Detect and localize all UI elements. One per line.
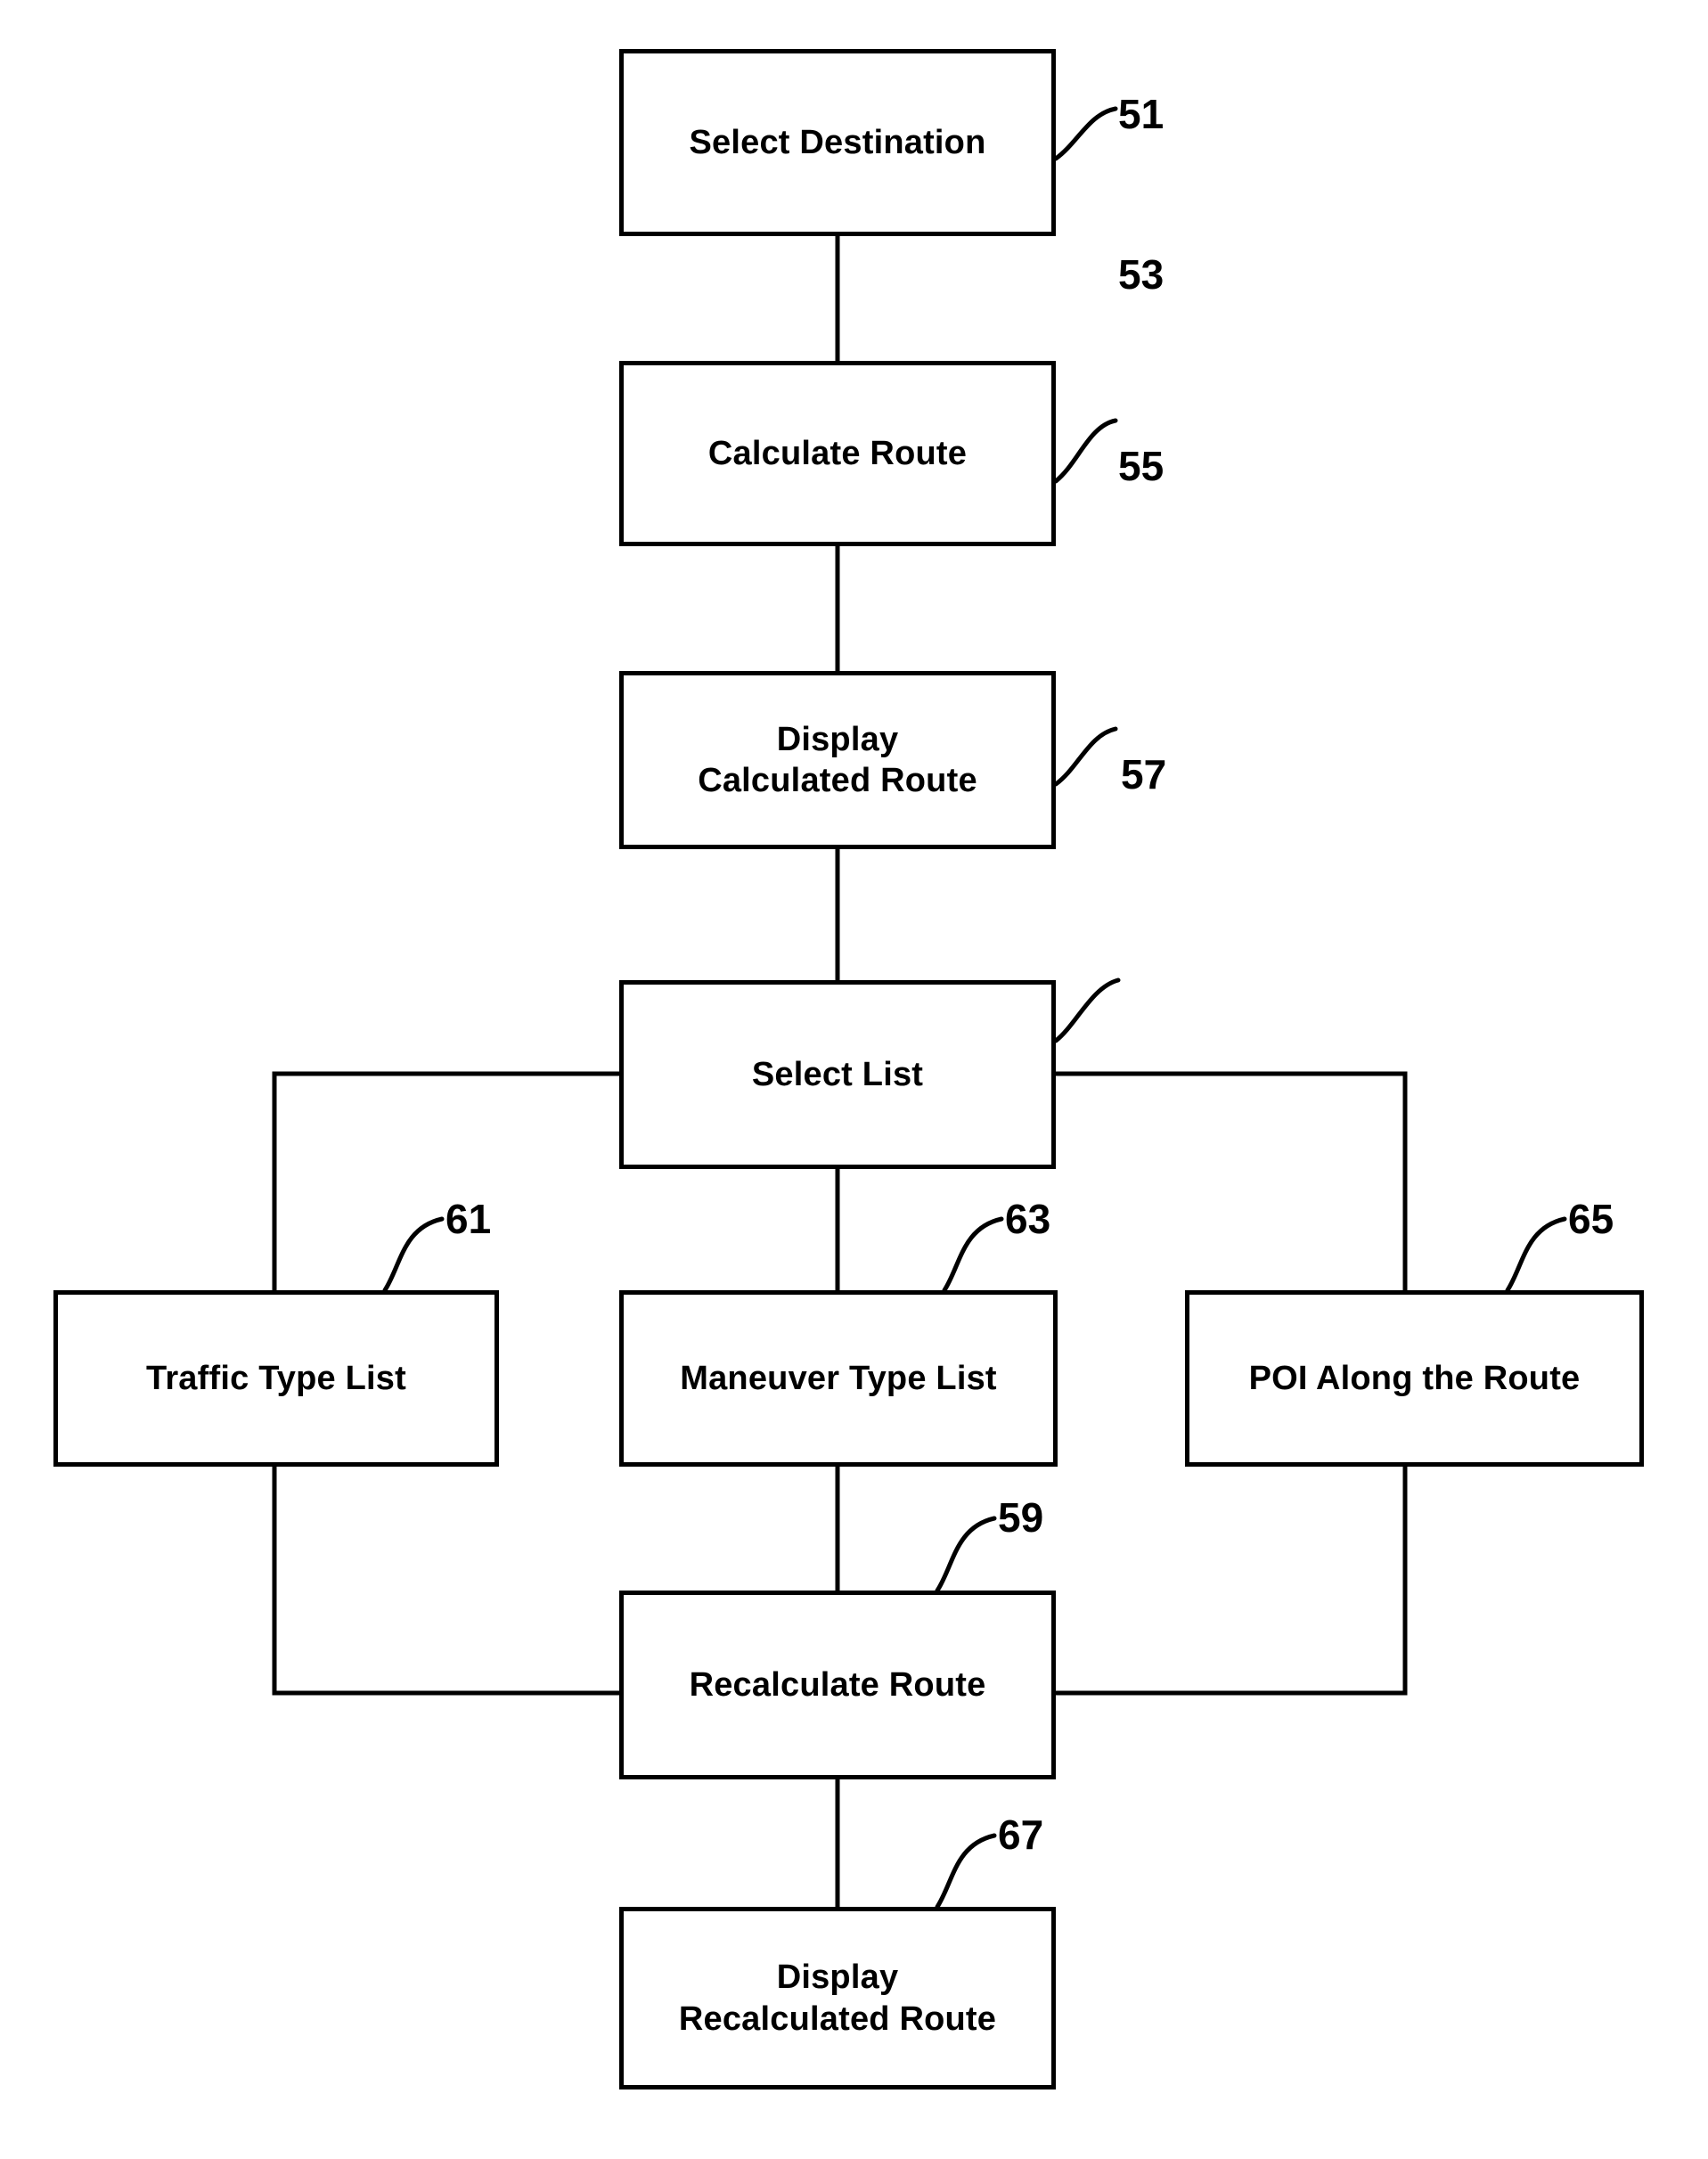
flowchart-node-label: Maneuver Type List	[680, 1359, 997, 1397]
reference-numeral-53: 53	[1118, 251, 1165, 298]
flowchart-node-label: Display Recalculated Route	[678, 1959, 997, 2038]
flowchart-node-traffic-type-list: Traffic Type List	[53, 1290, 499, 1467]
leader-line-65	[1505, 1216, 1567, 1293]
leader-line-63	[942, 1216, 1004, 1293]
flowchart-node-label: Display Calculated Route	[698, 720, 977, 799]
connector-poi-branch-to-recalculate-route	[1056, 1467, 1408, 1696]
leader-line-53	[1053, 418, 1118, 484]
flowchart-node-calculate-route: Calculate Route	[619, 361, 1056, 546]
leader-line-57	[1053, 977, 1121, 1043]
flowchart-node-select-list: Select List	[619, 980, 1056, 1169]
flowchart-node-label: Calculate Route	[707, 434, 968, 472]
flowchart-node-label: POI Along the Route	[1248, 1359, 1581, 1397]
reference-numeral-67: 67	[998, 1811, 1044, 1858]
flowchart-node-display-recalculated-route: Display Recalculated Route	[619, 1907, 1056, 2089]
flowchart-node-label: Traffic Type List	[146, 1359, 406, 1397]
flowchart-node-display-calculated-route: Display Calculated Route	[619, 671, 1056, 849]
reference-numeral-63: 63	[1005, 1196, 1051, 1242]
figure-canvas: Select Destination Calculate Route Display…	[0, 0, 1708, 2159]
flowchart-node-label: Select List	[751, 1055, 924, 1093]
reference-numeral-55: 55	[1118, 443, 1165, 489]
leader-line-67	[935, 1833, 997, 1910]
reference-numeral-51: 51	[1118, 91, 1165, 137]
leader-line-55	[1053, 726, 1118, 787]
connector-select-list-to-poi-branch	[1056, 1071, 1408, 1290]
flowchart-node-poi-along-the-route: POI Along the Route	[1185, 1290, 1644, 1467]
reference-numeral-59: 59	[998, 1494, 1044, 1541]
reference-numeral-57: 57	[1121, 751, 1167, 797]
flowchart-node-select-destination: Select Destination	[619, 49, 1056, 236]
leader-line-51	[1053, 106, 1118, 161]
flowchart-node-label: Recalculate Route	[689, 1665, 986, 1704]
flowchart-node-maneuver-type-list: Maneuver Type List	[619, 1290, 1058, 1467]
reference-numeral-61: 61	[445, 1196, 492, 1242]
reference-numeral-65: 65	[1568, 1196, 1614, 1242]
connector-select-list-to-traffic-branch	[272, 1071, 619, 1290]
flowchart-node-recalculate-route: Recalculate Route	[619, 1591, 1056, 1779]
connector-traffic-branch-to-recalculate-route	[272, 1467, 619, 1696]
leader-line-61	[382, 1216, 445, 1293]
flowchart-node-label: Select Destination	[689, 123, 986, 161]
leader-line-59	[935, 1516, 997, 1593]
